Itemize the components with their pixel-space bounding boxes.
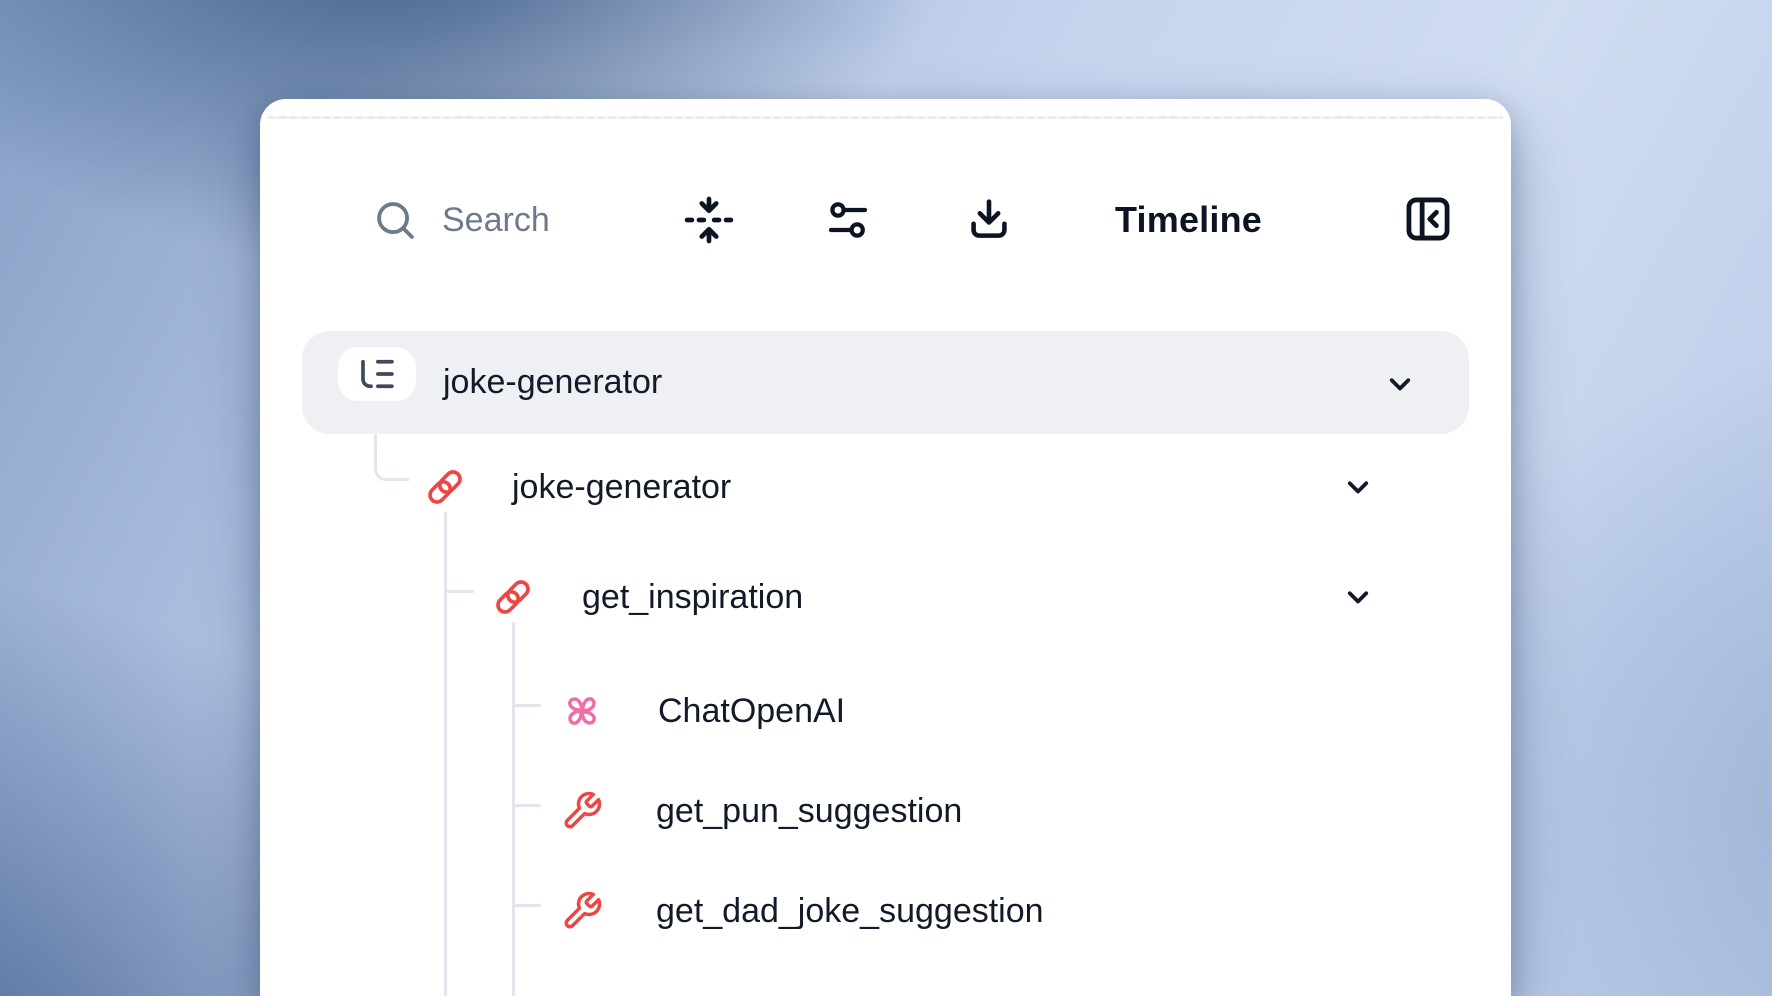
collapse-rows-button[interactable] — [679, 187, 739, 253]
download-icon — [964, 194, 1014, 246]
tree-row-get-dad-joke-suggestion[interactable]: get_dad_joke_suggestion — [260, 885, 1511, 937]
tree-row-label: get_dad_joke_suggestion — [656, 888, 1044, 934]
tree-row-get-pun-suggestion[interactable]: get_pun_suggestion — [260, 785, 1511, 837]
collapse-panel-button[interactable] — [1398, 189, 1458, 249]
trace-tree-chip — [338, 347, 416, 401]
chain-link-icon — [424, 466, 466, 508]
timeline-toggle[interactable]: Timeline — [1115, 194, 1262, 246]
chevron-down-icon — [1340, 579, 1376, 615]
panel-left-close-icon — [1402, 193, 1454, 245]
wrench-tool-icon — [561, 890, 603, 932]
tree-row-get-inspiration[interactable]: get_inspiration — [260, 571, 1511, 623]
tree-row-label: joke-generator — [443, 359, 662, 405]
filter-settings-button[interactable] — [820, 192, 876, 248]
llm-pinwheel-icon — [560, 689, 604, 733]
trace-panel: Search Timeline — [260, 99, 1511, 996]
tree-row-label: joke-generator — [512, 464, 731, 510]
chain-link-icon — [492, 576, 534, 618]
settings-sliders-icon — [824, 196, 872, 244]
row-expand-toggle[interactable] — [1338, 577, 1378, 617]
search-button[interactable] — [367, 193, 423, 247]
tree-row-joke-generator-root[interactable]: joke-generator — [302, 331, 1469, 434]
tree-row-joke-generator-chain[interactable]: joke-generator — [260, 461, 1511, 513]
row-expand-toggle[interactable] — [1338, 467, 1378, 507]
export-button[interactable] — [960, 190, 1018, 250]
row-expand-toggle[interactable] — [1380, 364, 1420, 404]
chevron-down-icon — [1340, 469, 1376, 505]
tree-row-label: ChatOpenAI — [658, 688, 845, 734]
panel-top-divider — [268, 116, 1503, 119]
tree-row-label: get_pun_suggestion — [656, 788, 962, 834]
tree-row-chatopenai[interactable]: ChatOpenAI — [260, 685, 1511, 737]
fold-vertical-icon — [681, 189, 737, 251]
search-icon — [372, 197, 418, 243]
tree-row-label: get_inspiration — [582, 574, 803, 620]
trace-tree-icon — [356, 353, 398, 395]
wrench-tool-icon — [561, 790, 603, 832]
chevron-down-icon — [1382, 366, 1418, 402]
search-label[interactable]: Search — [442, 195, 550, 245]
